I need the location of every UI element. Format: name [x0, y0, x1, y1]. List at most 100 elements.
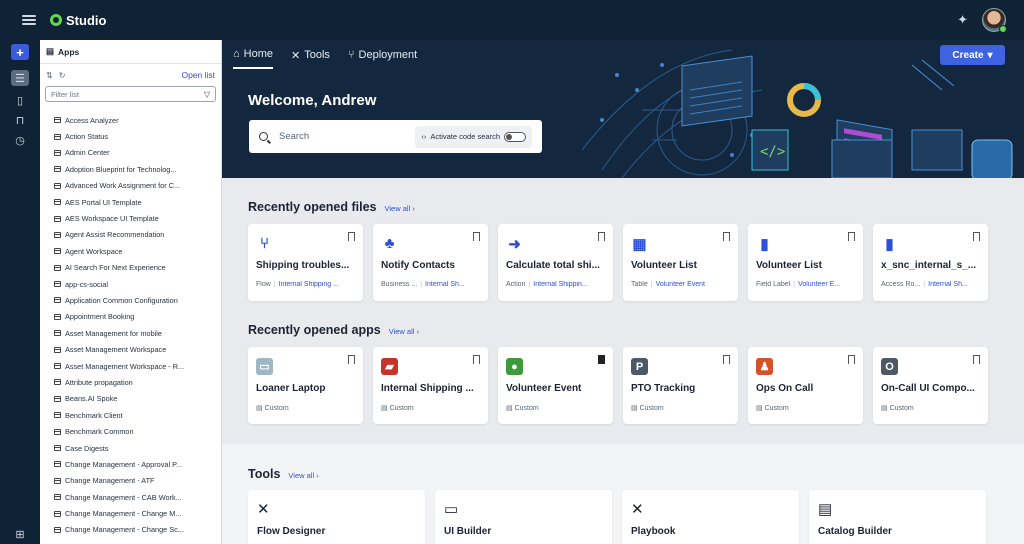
bookmark-icon[interactable] — [348, 232, 355, 241]
app-type-icon: ▤ — [381, 405, 390, 412]
list-item[interactable]: Change Management - ATF — [40, 473, 221, 489]
layout-icon[interactable]: ⊞ — [11, 526, 29, 542]
tab-deployment[interactable]: ⑂ Deployment — [348, 48, 417, 69]
history-icon[interactable]: ◷ — [11, 132, 29, 148]
refresh-icon[interactable]: ↻ — [59, 71, 66, 80]
catalog-icon: ▤ — [818, 501, 833, 518]
recent-apps-list: ▭ Loaner Laptop ▤ Custom ▰ Internal Shipping… — [248, 347, 988, 424]
sparkle-icon[interactable]: ✦ — [957, 12, 968, 28]
bookmark-icon[interactable] — [848, 232, 855, 241]
tool-card[interactable]: ✕ Playbook — [622, 490, 799, 544]
apps-icon[interactable]: ☰ — [11, 70, 29, 86]
card-app-link[interactable]: Volunteer Event — [656, 281, 705, 288]
list-item[interactable]: Asset Management for mobile — [40, 325, 221, 341]
list-item[interactable]: Action Status — [40, 128, 221, 144]
card-meta: ▤ Custom — [631, 404, 731, 412]
view-all-link[interactable]: View all › — [385, 204, 415, 213]
bookmark-icon[interactable] — [723, 232, 730, 241]
app-icon — [54, 248, 61, 255]
filter-input[interactable]: Filter list ▽ — [45, 86, 216, 102]
tool-card[interactable]: ▤ Catalog Builder — [809, 490, 986, 544]
list-item[interactable]: Change Management - Change M... — [40, 505, 221, 521]
list-item[interactable]: Access Analyzer — [40, 112, 221, 128]
open-list-link[interactable]: Open list — [181, 70, 215, 80]
card-meta: Action | Internal Shippin... — [506, 281, 606, 288]
sort-icon[interactable]: ⇅ — [46, 71, 53, 80]
main-content: </> ⌂ Home ✕ Tools ⑂ Deployment Create ▾ — [222, 40, 1024, 544]
app-card[interactable]: O On-Call UI Compo... ▤ Custom — [873, 347, 988, 424]
list-item[interactable]: Admin Center — [40, 145, 221, 161]
list-item[interactable]: Adoption Blueprint for Technolog... — [40, 161, 221, 177]
app-type-icon: ▤ — [756, 405, 765, 412]
list-item[interactable]: AI Search For Next Experience — [40, 260, 221, 276]
card-app-link[interactable]: Internal Sh... — [928, 281, 968, 288]
app-card[interactable]: ♟ Ops On Call ▤ Custom — [748, 347, 863, 424]
create-button[interactable]: Create ▾ — [940, 45, 1005, 65]
bookmark-icon[interactable] — [598, 355, 605, 364]
list-item-label: Asset Management Workspace — [65, 345, 167, 355]
card-title: Loaner Laptop — [256, 383, 326, 394]
list-item[interactable]: AES Workspace UI Template — [40, 210, 221, 226]
card-app-link[interactable]: Internal Sh... — [425, 281, 465, 288]
app-card[interactable]: P PTO Tracking ▤ Custom — [623, 347, 738, 424]
code-search-toggle[interactable]: ‹› Activate code search — [415, 125, 532, 148]
list-item[interactable]: Agent Workspace — [40, 243, 221, 259]
card-app-link[interactable]: Internal Shipping ... — [279, 281, 339, 288]
file-card[interactable]: ▮ x_snc_internal_s_... Access Ro... | Intern… — [873, 224, 988, 301]
card-app-link[interactable]: Internal Shippin... — [533, 281, 587, 288]
bookmark-icon[interactable] — [348, 355, 355, 364]
view-all-link[interactable]: View all › — [389, 327, 419, 336]
list-item[interactable]: Application Common Configuration — [40, 292, 221, 308]
file-card[interactable]: ⑂ Shipping troubles... Flow | Internal Shipp… — [248, 224, 363, 301]
bookmark-icon[interactable] — [973, 232, 980, 241]
list-item[interactable]: Asset Management Workspace — [40, 341, 221, 357]
tab-tools[interactable]: ✕ Tools — [291, 48, 330, 69]
list-item[interactable]: Benchmark Client — [40, 407, 221, 423]
list-item[interactable]: Change Management - Change Sc... — [40, 522, 221, 538]
bookmark-icon[interactable] — [473, 232, 480, 241]
app-card[interactable]: ● Volunteer Event ▤ Custom — [498, 347, 613, 424]
list-item[interactable]: Beans.AI Spoke — [40, 391, 221, 407]
bookmark-icon[interactable]: ⊓ — [11, 112, 29, 128]
app-title: Studio — [66, 12, 107, 28]
list-item[interactable]: Asset Management Workspace - R... — [40, 358, 221, 374]
list-item-label: Action Status — [65, 132, 108, 142]
bookmark-icon[interactable] — [973, 355, 980, 364]
card-app-link[interactable]: Volunteer E... — [798, 281, 840, 288]
list-item[interactable]: Change Management - Approval P... — [40, 456, 221, 472]
add-icon[interactable]: + — [11, 44, 29, 60]
card-type: Flow — [256, 281, 271, 288]
list-item[interactable]: Benchmark Common — [40, 423, 221, 439]
list-item-label: Agent Assist Recommendation — [65, 230, 165, 240]
tool-card[interactable]: ▭ UI Builder — [435, 490, 612, 544]
tab-home[interactable]: ⌂ Home — [233, 48, 273, 69]
bookmark-icon[interactable] — [598, 232, 605, 241]
app-card[interactable]: ▰ Internal Shipping ... ▤ Custom — [373, 347, 488, 424]
funnel-icon[interactable]: ▽ — [204, 90, 210, 99]
bookmark-icon[interactable] — [723, 355, 730, 364]
avatar[interactable] — [982, 8, 1007, 33]
menu-icon[interactable] — [22, 15, 36, 25]
app-card[interactable]: ▭ Loaner Laptop ▤ Custom — [248, 347, 363, 424]
list-item[interactable]: Advanced Work Assignment for C... — [40, 178, 221, 194]
list-item[interactable]: app-cs-social — [40, 276, 221, 292]
list-item[interactable]: AES Portal UI Template — [40, 194, 221, 210]
list-item[interactable]: Agent Assist Recommendation — [40, 227, 221, 243]
list-item[interactable]: Change Management - CAB Work... — [40, 489, 221, 505]
bookmark-icon[interactable] — [848, 355, 855, 364]
toggle-switch[interactable] — [504, 131, 526, 142]
search-input[interactable]: Search ‹› Activate code search — [249, 120, 542, 153]
list-item[interactable]: Attribute propagation — [40, 374, 221, 390]
bookmark-icon[interactable] — [473, 355, 480, 364]
file-card[interactable]: ♣ Notify Contacts Business ... | Internal Sh… — [373, 224, 488, 301]
view-all-link[interactable]: View all › — [288, 471, 318, 480]
list-item[interactable]: Appointment Booking — [40, 309, 221, 325]
document-icon[interactable]: ▯ — [11, 92, 29, 108]
file-card[interactable]: ▮ Volunteer List Field Label | Volunteer E..… — [748, 224, 863, 301]
list-item-label: Application Common Configuration — [65, 295, 178, 305]
svg-text:</>: </> — [760, 144, 785, 160]
file-card[interactable]: ▦ Volunteer List Table | Volunteer Event — [623, 224, 738, 301]
tool-card[interactable]: ✕ Flow Designer — [248, 490, 425, 544]
file-card[interactable]: ➜ Calculate total shi... Action | Internal S… — [498, 224, 613, 301]
list-item[interactable]: Case Digests — [40, 440, 221, 456]
